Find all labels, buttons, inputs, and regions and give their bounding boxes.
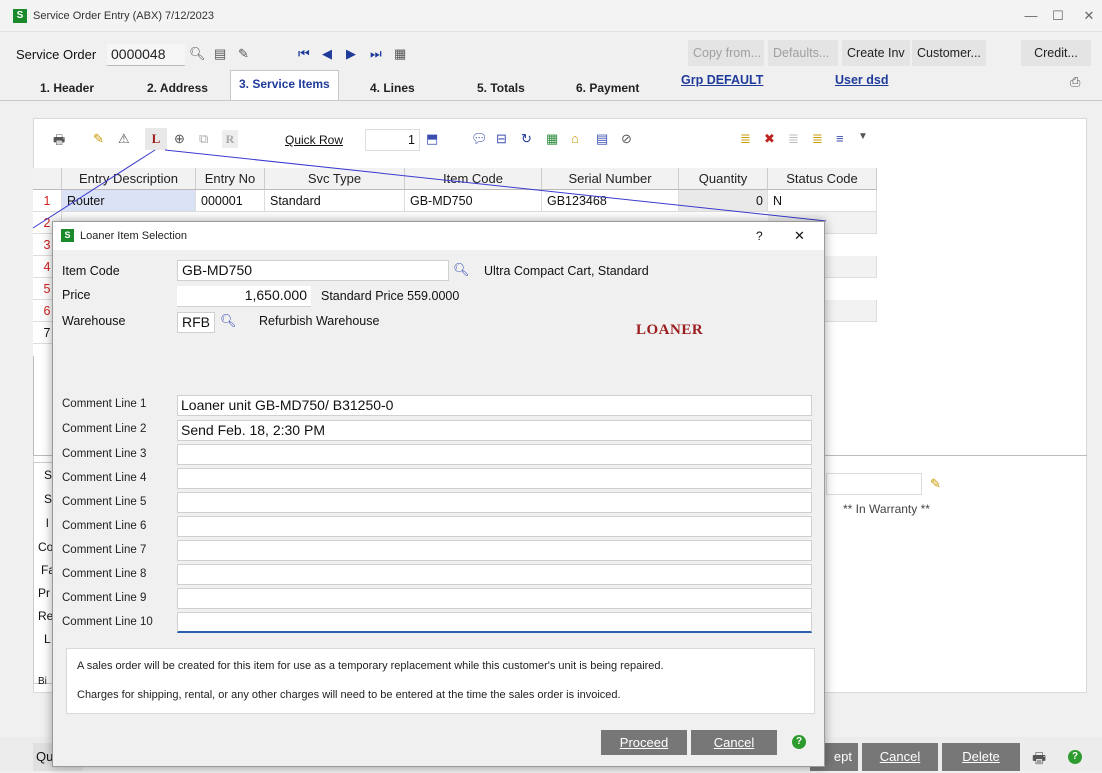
item-lookup-icon[interactable]: 🔍︎ [453, 262, 470, 278]
item-description: Ultra Compact Cart, Standard [484, 264, 649, 278]
comment-label-3: Comment Line 3 [62, 448, 147, 460]
comment-line-9[interactable] [177, 588, 812, 609]
comment-label-9: Comment Line 9 [62, 592, 147, 604]
proceed-button[interactable]: Proceed [601, 730, 687, 755]
connector-line [164, 149, 827, 222]
comment-line-5[interactable] [177, 492, 812, 513]
comment-label-7: Comment Line 7 [62, 544, 147, 556]
warehouse-lookup-icon[interactable]: 🔍︎ [220, 313, 237, 329]
cancel-main-button[interactable]: Cancel [862, 743, 938, 771]
delete-button[interactable]: Delete [942, 743, 1020, 771]
comment-label-4: Comment Line 4 [62, 472, 147, 484]
comment-label-8: Comment Line 8 [62, 568, 147, 580]
comment-label-5: Comment Line 5 [62, 496, 147, 508]
comment-line-6[interactable] [177, 516, 812, 537]
dialog-cancel-button[interactable]: Cancel [691, 730, 777, 755]
app-logo-icon: S [61, 229, 74, 242]
price-label: Price [62, 288, 91, 302]
comment-line-10[interactable] [177, 612, 812, 633]
warehouse-label: Warehouse [62, 314, 126, 328]
comment-label-2: Comment Line 2 [62, 423, 147, 435]
comment-line-7[interactable] [177, 540, 812, 561]
comment-line-8[interactable] [177, 564, 812, 585]
info-text-1: A sales order will be created for this i… [77, 660, 664, 672]
dialog-title-bar: S Loaner Item Selection ? ✕ [53, 222, 824, 250]
warehouse-description: Refurbish Warehouse [259, 314, 380, 328]
warehouse-field[interactable]: RFB [177, 312, 215, 333]
comment-label-1: Comment Line 1 [62, 398, 147, 410]
dialog-help-button[interactable]: ? [756, 229, 763, 243]
comment-label-10: Comment Line 10 [62, 616, 153, 628]
comment-label-6: Comment Line 6 [62, 520, 147, 532]
dialog-title: Loaner Item Selection [80, 230, 188, 242]
dialog-help-icon[interactable]: ? [792, 735, 806, 749]
comment-line-2[interactable]: Send Feb. 18, 2:30 PM [177, 420, 812, 441]
dialog-close-button[interactable]: ✕ [794, 228, 805, 244]
info-text-2: Charges for shipping, rental, or any oth… [77, 689, 621, 701]
comment-line-1[interactable]: Loaner unit GB-MD750/ B31250-0 [177, 395, 812, 416]
item-code-field[interactable]: GB-MD750 [177, 260, 449, 281]
price-field[interactable]: 1,650.000 [177, 286, 311, 307]
connector-line [32, 149, 156, 229]
loaner-stamp: LOANER [636, 322, 704, 338]
standard-price: Standard Price 559.0000 [321, 289, 460, 303]
loaner-item-dialog: S Loaner Item Selection ? ✕ Item Code GB… [52, 221, 825, 767]
help-icon[interactable]: ? [1068, 750, 1082, 764]
comment-line-4[interactable] [177, 468, 812, 489]
comment-line-3[interactable] [177, 444, 812, 465]
printer-icon[interactable]: 🖶︎ [1032, 748, 1046, 773]
info-panel: A sales order will be created for this i… [66, 648, 815, 714]
item-code-label: Item Code [62, 264, 120, 278]
